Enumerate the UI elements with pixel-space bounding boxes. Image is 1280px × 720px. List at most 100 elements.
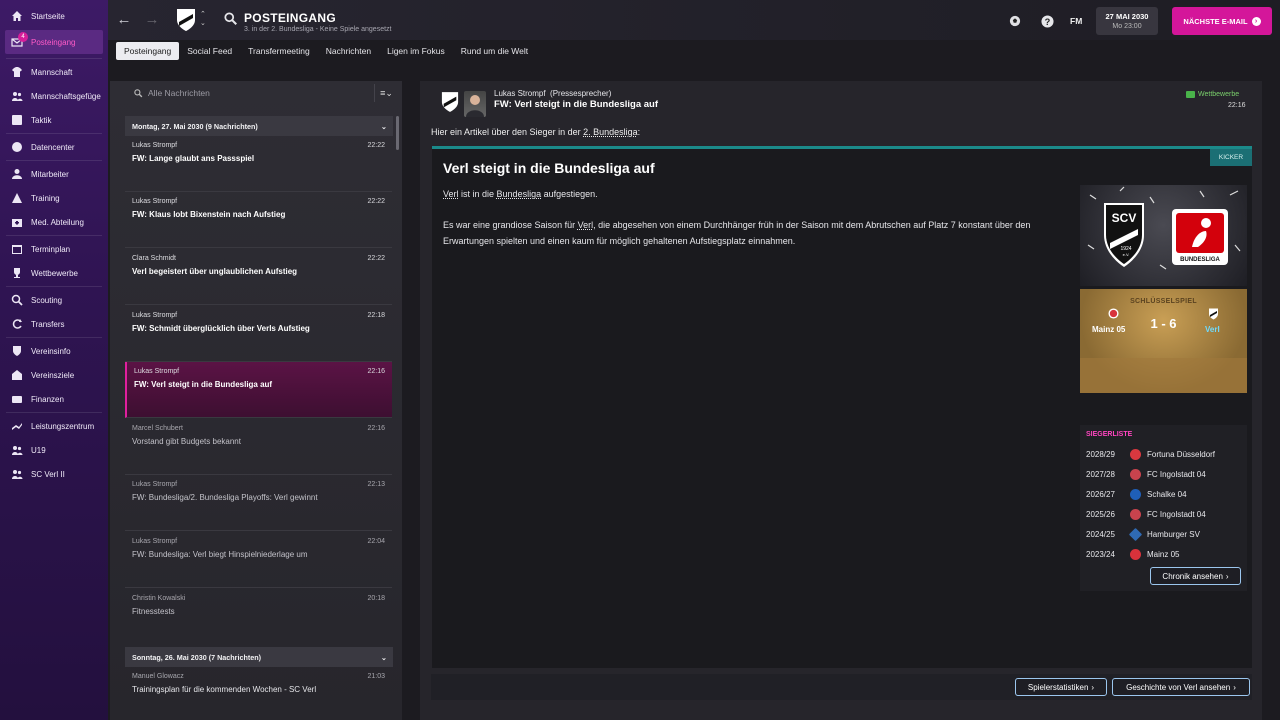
chevron-down-icon[interactable]: ⌄ bbox=[381, 122, 387, 131]
data-icon bbox=[10, 141, 23, 154]
list-item[interactable]: Lukas Strompf 22:22 FW: Lange glaubt ans P… bbox=[125, 136, 392, 192]
next-email-label: NÄCHSTE E-MAIL bbox=[1183, 16, 1248, 26]
sidebar-item-posteingang[interactable]: 4 Posteingang bbox=[5, 30, 103, 54]
verl-crest-icon: SCV 1924 e.V. bbox=[1104, 203, 1144, 267]
group-header-montag[interactable]: Montag, 27. Mai 2030 (9 Nachrichten) ⌄ bbox=[125, 116, 393, 136]
inbox-tabs: Posteingang Social Feed Transfermeeting … bbox=[116, 42, 536, 60]
sidebar-item-finanzen[interactable]: Finanzen bbox=[0, 387, 108, 411]
club-name: FC Ingolstadt 04 bbox=[1147, 510, 1206, 519]
tab-transfermeeting[interactable]: Transfermeeting bbox=[240, 42, 318, 60]
chevron-down-icon[interactable]: ⌄ bbox=[381, 653, 387, 662]
sidebar-item-label: Finanzen bbox=[31, 394, 64, 404]
message-time: 22:16 bbox=[367, 425, 385, 432]
sidebar-item-mannschaft[interactable]: Mannschaft bbox=[0, 60, 108, 84]
sidebar-item-mannschaftsgefuege[interactable]: Mannschaftsgefüge bbox=[0, 84, 108, 108]
article-title: Verl steigt in die Bundesliga auf bbox=[443, 160, 655, 176]
table-row[interactable]: 2027/28 FC Ingolstadt 04 bbox=[1086, 469, 1206, 480]
club-history-button[interactable]: Geschichte von Verl ansehen › bbox=[1112, 678, 1250, 696]
tab-nachrichten[interactable]: Nachrichten bbox=[318, 42, 379, 60]
sidebar-item-med-abteilung[interactable]: Med. Abteilung bbox=[0, 210, 108, 234]
club-switch-chevron-icon[interactable]: ⌃ ⌄ bbox=[200, 10, 206, 28]
sidebar-item-sc-verl-ii[interactable]: SC Verl II bbox=[0, 462, 108, 486]
sidebar-item-mitarbeiter[interactable]: Mitarbeiter bbox=[0, 162, 108, 186]
table-row[interactable]: 2025/26 FC Ingolstadt 04 bbox=[1086, 509, 1206, 520]
tab-social-feed[interactable]: Social Feed bbox=[179, 42, 240, 60]
next-email-button[interactable]: NÄCHSTE E-MAIL › bbox=[1172, 7, 1272, 35]
date-display[interactable]: 27 MAI 2030 Mo 23:00 bbox=[1096, 7, 1158, 35]
tab-rund-um-die-welt[interactable]: Rund um die Welt bbox=[453, 42, 536, 60]
club-crest-icon[interactable] bbox=[176, 8, 196, 32]
sidebar-item-vereinsinfo[interactable]: Vereinsinfo bbox=[0, 339, 108, 363]
competition-tag[interactable]: Wettbewerbe bbox=[1186, 91, 1239, 98]
sidebar-item-terminplan[interactable]: Terminplan bbox=[0, 237, 108, 261]
current-time: Mo 23:00 bbox=[1112, 23, 1142, 30]
list-item[interactable]: Marcel Schubert 22:16 Vorstand gibt Budget… bbox=[125, 419, 392, 475]
source-badge: KICKER bbox=[1210, 149, 1252, 166]
search-input[interactable]: Alle Nachrichten bbox=[124, 84, 372, 102]
list-item-selected[interactable]: Lukas Strompf 22:16 FW: Verl steigt in die… bbox=[125, 362, 392, 418]
view-history-button[interactable]: Chronik ansehen › bbox=[1150, 567, 1241, 585]
list-item[interactable]: Lukas Strompf 22:13 FW: Bundesliga/2. Bund… bbox=[125, 475, 392, 531]
club-link[interactable]: Verl bbox=[578, 220, 594, 230]
tab-posteingang[interactable]: Posteingang bbox=[116, 42, 180, 60]
scouting-icon bbox=[10, 294, 23, 307]
message-sender: Lukas Strompf bbox=[132, 312, 178, 319]
help-icon[interactable]: ? bbox=[1040, 14, 1054, 28]
scrollbar[interactable] bbox=[396, 116, 399, 150]
avatar[interactable] bbox=[464, 91, 486, 117]
sidebar-item-startseite[interactable]: Startseite bbox=[0, 4, 108, 28]
sidebar-item-scouting[interactable]: Scouting bbox=[0, 288, 108, 312]
divider bbox=[6, 337, 102, 338]
message-subject: Fitnesstests bbox=[132, 607, 175, 616]
list-item[interactable]: Manuel Glowacz 21:03 Trainingsplan für die… bbox=[125, 667, 392, 720]
forward-arrow-icon[interactable]: → bbox=[144, 12, 160, 28]
player-stats-button[interactable]: Spielerstatistiken › bbox=[1015, 678, 1107, 696]
message-subject: FW: Bundesliga: Verl biegt Hinspielniede… bbox=[132, 550, 308, 559]
sidebar-item-vereinsziele[interactable]: Vereinsziele bbox=[0, 363, 108, 387]
sidebar-item-leistungszentrum[interactable]: Leistungszentrum bbox=[0, 414, 108, 438]
sidebar-item-label: Datencenter bbox=[31, 142, 75, 152]
back-arrow-icon[interactable]: ← bbox=[116, 12, 132, 28]
table-row[interactable]: 2023/24 Mainz 05 bbox=[1086, 549, 1179, 560]
list-filter-icon: ≡⌄ bbox=[380, 87, 393, 98]
dynamics-icon bbox=[10, 90, 23, 103]
message-time: 22:22 bbox=[367, 255, 385, 262]
ball-icon[interactable] bbox=[1008, 14, 1022, 28]
message-sender: Clara Schmidt bbox=[132, 255, 176, 262]
key-match-card[interactable]: SCHLÜSSELSPIEL Mainz 05 1 - 6 Verl bbox=[1080, 289, 1247, 393]
fm-menu-button[interactable]: FM bbox=[1070, 16, 1082, 26]
group-header-sonntag[interactable]: Sonntag, 26. Mai 2030 (7 Nachrichten) ⌄ bbox=[125, 647, 393, 667]
table-row[interactable]: 2024/25 Hamburger SV bbox=[1086, 527, 1200, 542]
sidebar-item-label: Scouting bbox=[31, 295, 63, 305]
list-item[interactable]: Lukas Strompf 22:18 FW: Schmidt überglückl… bbox=[125, 306, 392, 362]
table-row[interactable]: 2028/29 Fortuna Düsseldorf bbox=[1086, 449, 1215, 460]
message-sender: Lukas Strompf bbox=[132, 142, 178, 149]
club-link[interactable]: Verl bbox=[443, 189, 459, 199]
sidebar-item-label: U19 bbox=[31, 445, 46, 455]
message-sender: Lukas Strompf bbox=[132, 481, 178, 488]
sidebar-item-wettbewerbe[interactable]: Wettbewerbe bbox=[0, 261, 108, 285]
sidebar-item-taktik[interactable]: Taktik bbox=[0, 108, 108, 132]
message-sender: Lukas Strompf bbox=[132, 198, 178, 205]
sidebar-item-training[interactable]: Training bbox=[0, 186, 108, 210]
list-item[interactable]: Clara Schmidt 22:22 Verl begeistert über u… bbox=[125, 249, 392, 305]
league-link[interactable]: 2. Bundesliga bbox=[583, 127, 638, 137]
search-icon[interactable] bbox=[224, 12, 240, 28]
list-item[interactable]: Lukas Strompf 22:04 FW: Bundesliga: Verl b… bbox=[125, 532, 392, 588]
club-crest-icon bbox=[1128, 527, 1143, 542]
message-author[interactable]: Lukas Strompf (Pressesprecher) bbox=[494, 89, 611, 98]
sidebar-item-u19[interactable]: U19 bbox=[0, 438, 108, 462]
intro-text: Hier ein Artikel über den Sieger in der bbox=[431, 127, 584, 137]
season: 2023/24 bbox=[1086, 550, 1115, 559]
tab-ligen-im-fokus[interactable]: Ligen im Fokus bbox=[379, 42, 453, 60]
list-item[interactable]: Christin Kowalski 20:18 Fitnesstests bbox=[125, 589, 392, 645]
filter-menu-button[interactable]: ≡⌄ bbox=[374, 84, 398, 102]
season: 2026/27 bbox=[1086, 490, 1115, 499]
divider bbox=[6, 160, 102, 161]
league-link[interactable]: Bundesliga bbox=[497, 189, 542, 199]
sidebar-item-datencenter[interactable]: Datencenter bbox=[0, 135, 108, 159]
sidebar-item-label: Med. Abteilung bbox=[31, 217, 84, 227]
list-item[interactable]: Lukas Strompf 22:22 FW: Klaus lobt Bixenst… bbox=[125, 192, 392, 248]
table-row[interactable]: 2026/27 Schalke 04 bbox=[1086, 489, 1187, 500]
sidebar-item-transfers[interactable]: Transfers bbox=[0, 312, 108, 336]
